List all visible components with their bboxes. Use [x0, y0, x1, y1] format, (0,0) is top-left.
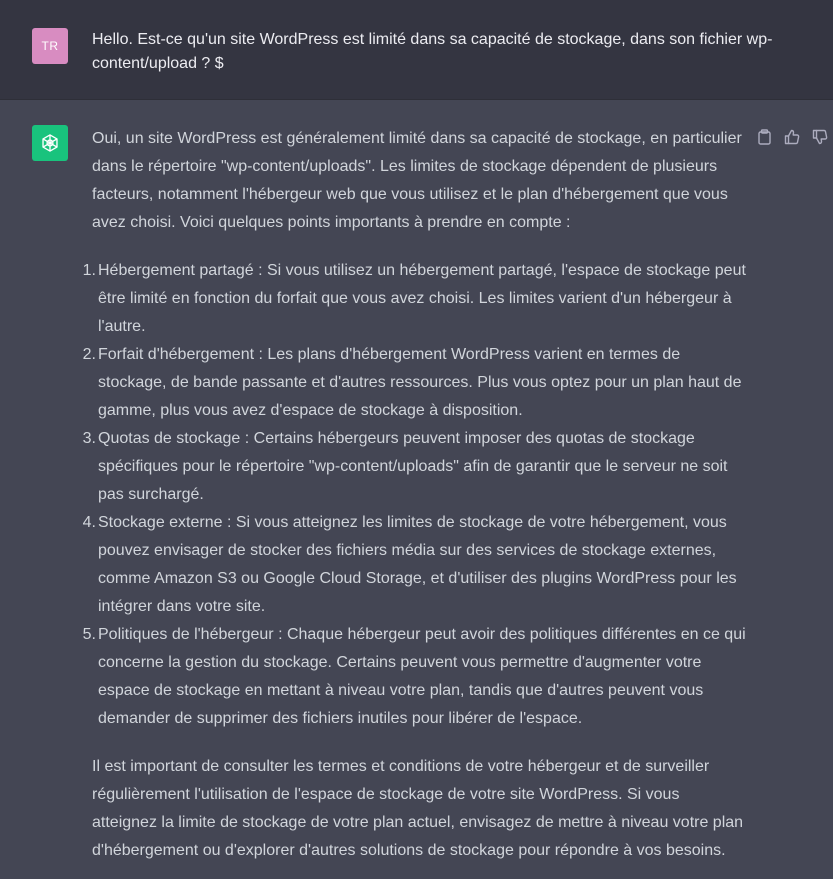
user-message: TR Hello. Est-ce qu'un site WordPress es…: [0, 0, 833, 100]
message-actions: [754, 127, 830, 147]
list-item-text: Quotas de stockage : Certains hébergeurs…: [98, 430, 728, 503]
points-list: 1. Hébergement partagé : Si vous utilise…: [83, 257, 747, 733]
chatgpt-logo-icon: [32, 125, 68, 161]
intro-paragraph: Oui, un site WordPress est généralement …: [92, 130, 742, 231]
list-item: 1. Hébergement partagé : Si vous utilise…: [83, 257, 747, 341]
list-item: 4. Stockage externe : Si vous atteignez …: [83, 509, 747, 621]
assistant-message-text: Oui, un site WordPress est généralement …: [83, 125, 747, 865]
list-item-text: Hébergement partagé : Si vous utilisez u…: [98, 262, 746, 335]
list-number: 4.: [82, 514, 96, 531]
list-number: 3.: [82, 430, 96, 447]
list-item: 3. Quotas de stockage : Certains héberge…: [83, 425, 747, 509]
user-avatar: TR: [32, 28, 68, 64]
list-item-text: Politiques de l'hébergeur : Chaque héber…: [98, 626, 746, 727]
assistant-message: Oui, un site WordPress est généralement …: [0, 100, 833, 879]
list-number: 2.: [82, 346, 96, 363]
user-message-text: Hello. Est-ce qu'un site WordPress est l…: [92, 31, 773, 72]
list-item: 5. Politiques de l'hébergeur : Chaque hé…: [83, 621, 747, 733]
list-item-text: Forfait d'hébergement : Les plans d'hébe…: [98, 346, 742, 419]
list-item-text: Stockage externe : Si vous atteignez les…: [98, 514, 737, 615]
clipboard-icon[interactable]: [754, 127, 774, 147]
list-number: 5.: [82, 626, 96, 643]
list-number: 1.: [82, 262, 96, 279]
user-initials: TR: [41, 39, 59, 53]
list-item: 2. Forfait d'hébergement : Les plans d'h…: [83, 341, 747, 425]
thumbs-up-icon[interactable]: [782, 127, 802, 147]
thumbs-down-icon[interactable]: [810, 127, 830, 147]
outro-paragraph: Il est important de consulter les termes…: [92, 758, 744, 859]
